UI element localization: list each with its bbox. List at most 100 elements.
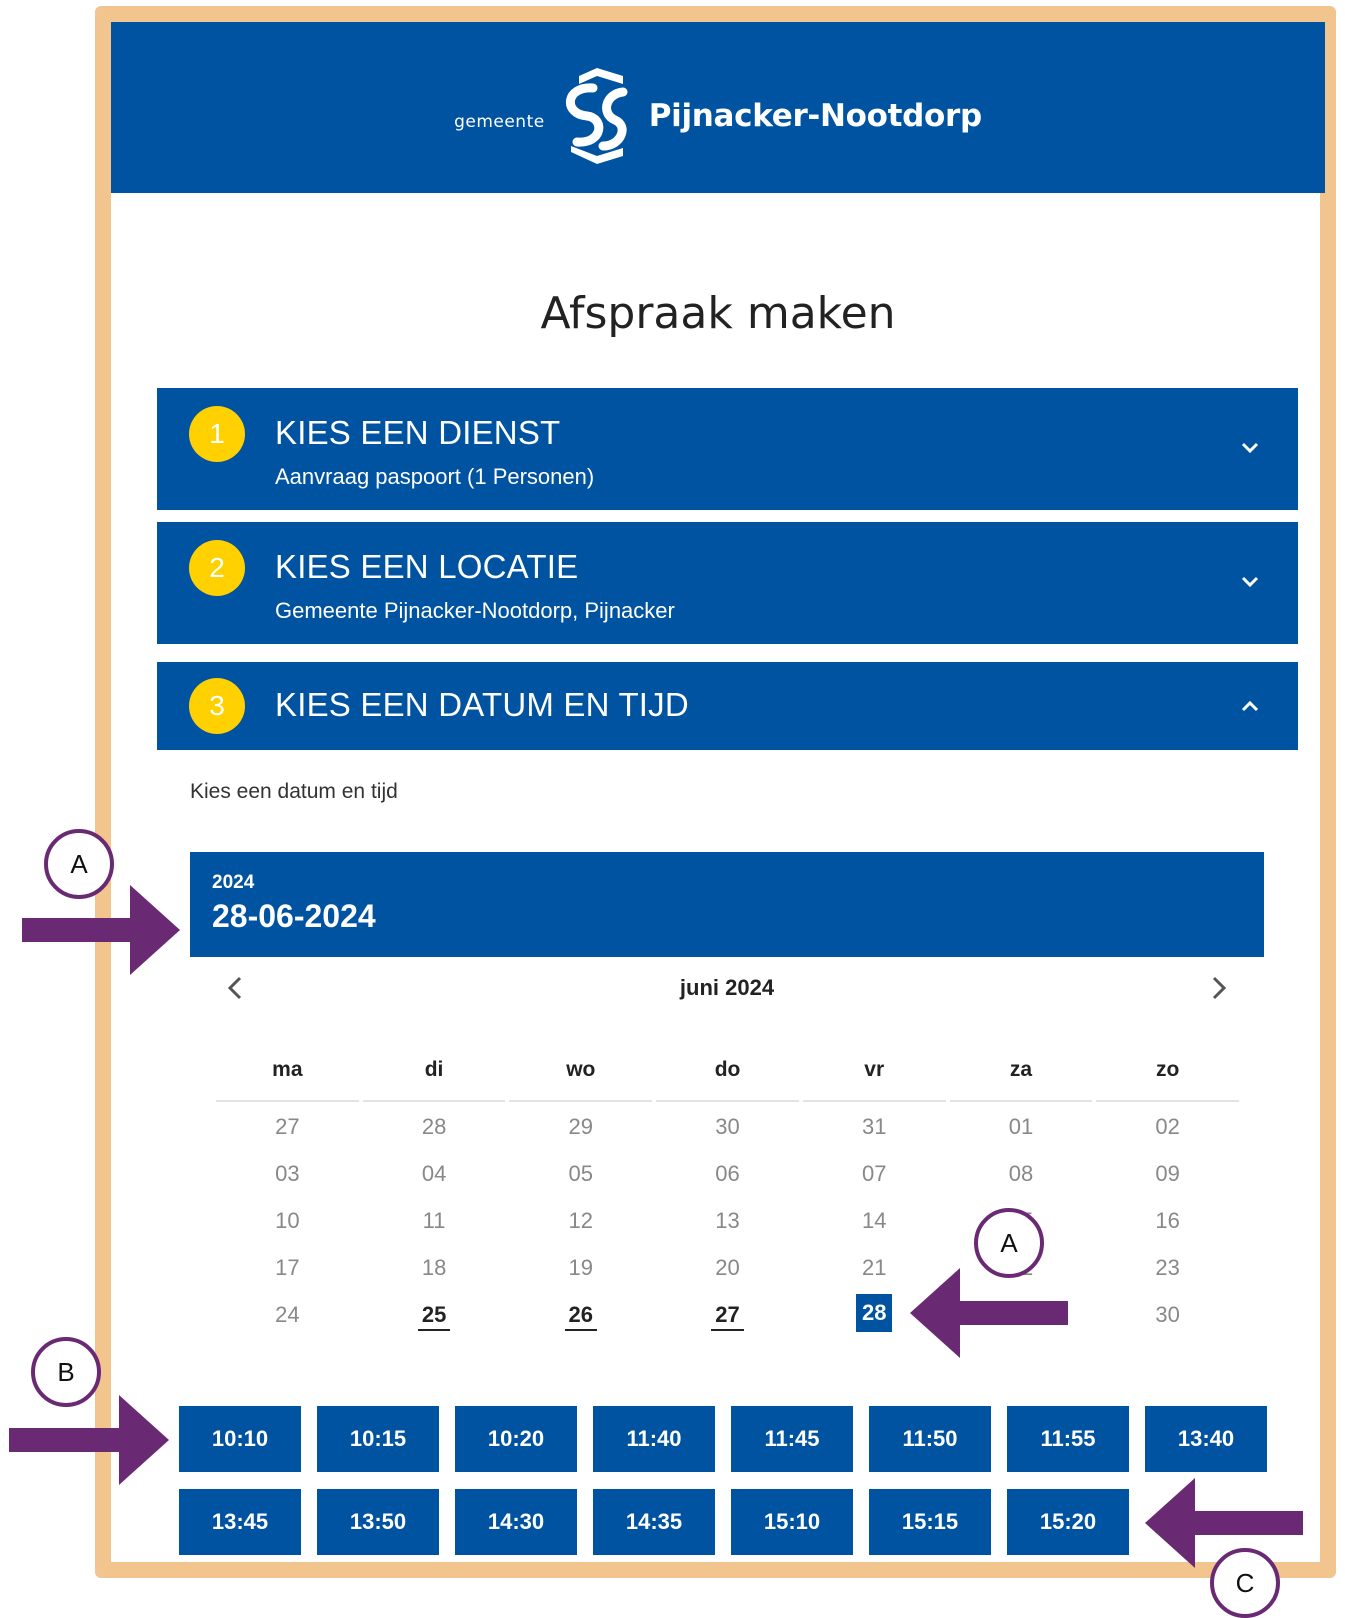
calendar-day: 17 (214, 1253, 361, 1300)
time-slot-button[interactable]: 10:20 (455, 1406, 577, 1472)
calendar-day: 11 (361, 1206, 508, 1253)
calendar-day: 13 (654, 1206, 801, 1253)
chevron-up-icon[interactable] (1240, 696, 1260, 716)
calendar-day-number: 25 (417, 1300, 451, 1331)
calendar-day: 23 (1094, 1253, 1241, 1300)
weekday-label: do (714, 1058, 741, 1081)
calendar-day: 16 (1094, 1206, 1241, 1253)
municipality-emblem-icon (565, 68, 628, 164)
calendar-day: 07 (801, 1159, 948, 1206)
calendar-day-number: 21 (861, 1255, 887, 1280)
calendar-day-number: 29 (568, 1114, 594, 1139)
calendar-day: 28 (361, 1112, 508, 1159)
calendar-day: 18 (361, 1253, 508, 1300)
calendar-day: 10 (214, 1206, 361, 1253)
time-slot-button[interactable]: 13:50 (317, 1489, 439, 1555)
date-time-hint: Kies een datum en tijd (190, 780, 398, 803)
calendar-day-number: 18 (421, 1255, 447, 1280)
step-title: KIES EEN DIENST (275, 414, 561, 451)
calendar-day: 20 (654, 1253, 801, 1300)
calendar-day-number: 10 (275, 1208, 300, 1233)
time-slot-button[interactable]: 15:15 (869, 1489, 991, 1555)
calendar-day: 12 (507, 1206, 654, 1253)
calendar-day: 14 (801, 1206, 948, 1253)
time-slot-button[interactable]: 11:50 (869, 1406, 991, 1472)
calendar-day-number: 12 (568, 1208, 594, 1233)
calendar-day: 06 (654, 1159, 801, 1206)
step-title: KIES EEN DATUM EN TIJD (275, 686, 689, 723)
calendar-day-number: 09 (1155, 1161, 1180, 1186)
calendar-day-number: 17 (275, 1255, 300, 1280)
calendar-day-number: 07 (861, 1161, 887, 1186)
logo-prefix: gemeente (454, 112, 545, 132)
weekday-label: za (1009, 1058, 1033, 1081)
annotation-arrow-right-icon (9, 1395, 169, 1485)
calendar-day: 29 (507, 1112, 654, 1159)
calendar-day-number: 08 (1008, 1161, 1034, 1186)
calendar-day-number: 19 (568, 1255, 594, 1280)
weekday-label: ma (272, 1058, 303, 1081)
chevron-right-icon[interactable] (1202, 972, 1234, 1004)
time-slot-button[interactable]: 10:10 (179, 1406, 301, 1472)
calendar-week-row: 03 04 05 06 07 08 09 (214, 1159, 1241, 1206)
calendar-day-number: 16 (1155, 1208, 1180, 1233)
step-number-badge: 2 (189, 540, 245, 596)
calendar-day-number: 24 (275, 1302, 300, 1327)
step-choose-date-time[interactable]: 3 KIES EEN DATUM EN TIJD (157, 662, 1298, 750)
calendar-day: 31 (801, 1112, 948, 1159)
chevron-down-icon[interactable] (1240, 572, 1260, 592)
calendar-day-number: 03 (275, 1161, 300, 1186)
time-slot-button[interactable]: 10:15 (317, 1406, 439, 1472)
calendar-day-number: 27 (275, 1114, 300, 1139)
calendar-day-available[interactable]: 27 (654, 1300, 801, 1347)
site-header: gemeente Pijnacker-Nootdorp (111, 22, 1325, 193)
time-slot-button[interactable]: 11:40 (593, 1406, 715, 1472)
time-slot-button[interactable]: 14:30 (455, 1489, 577, 1555)
annotation-arrow-left-icon (910, 1268, 1068, 1358)
time-slot-button[interactable]: 13:40 (1145, 1406, 1267, 1472)
step-choose-service[interactable]: 1 KIES EEN DIENST Aanvraag paspoort (1 P… (157, 388, 1298, 510)
selected-date: 28-06-2024 (212, 898, 376, 934)
month-label[interactable]: juni 2024 (190, 975, 1264, 1001)
time-slot-button[interactable]: 15:20 (1007, 1489, 1129, 1555)
time-slot-button[interactable]: 11:55 (1007, 1406, 1129, 1472)
step-subtitle: Aanvraag paspoort (1 Personen) (275, 464, 595, 489)
calendar-day: 01 (948, 1112, 1095, 1159)
chevron-down-icon[interactable] (1240, 438, 1260, 458)
weekday-header-row: ma di wo do vr za zo (214, 1058, 1241, 1100)
weekday-label: zo (1156, 1058, 1180, 1081)
step-subtitle: Gemeente Pijnacker-Nootdorp, Pijnacker (275, 598, 675, 623)
time-slot-button[interactable]: 13:45 (179, 1489, 301, 1555)
calendar-week-row: 10111213141516 (214, 1206, 1241, 1253)
step-title: KIES EEN LOCATIE (275, 548, 579, 585)
calendar-day-number: 23 (1155, 1255, 1180, 1280)
time-slot-button[interactable]: 14:35 (593, 1489, 715, 1555)
calendar-day-number: 28 (855, 1294, 893, 1332)
selected-year[interactable]: 2024 (212, 872, 254, 894)
calendar-day-number: 20 (715, 1255, 740, 1280)
calendar-day-number: 02 (1155, 1114, 1180, 1139)
calendar-day: 24 (214, 1300, 361, 1347)
time-slot-button[interactable]: 11:45 (731, 1406, 853, 1472)
annotation-arrow-right-icon (22, 885, 180, 975)
calendar-day-number: 30 (715, 1114, 740, 1139)
calendar-day-number: 11 (422, 1208, 446, 1233)
calendar-day-number: 13 (715, 1208, 740, 1233)
calendar-day: 05 (507, 1159, 654, 1206)
calendar-day: 03 (214, 1159, 361, 1206)
calendar-day-number: 06 (715, 1161, 740, 1186)
month-navigation: juni 2024 (190, 968, 1264, 1008)
step-choose-location[interactable]: 2 KIES EEN LOCATIE Gemeente Pijnacker-No… (157, 522, 1298, 644)
calendar-day-number: 31 (861, 1114, 887, 1139)
municipality-logo[interactable]: gemeente Pijnacker-Nootdorp (111, 62, 1325, 170)
calendar-day: 09 (1094, 1159, 1241, 1206)
weekday-label: di (424, 1058, 444, 1081)
weekday-label: vr (864, 1058, 885, 1081)
calendar-day-available[interactable]: 26 (507, 1300, 654, 1347)
calendar-day-number: 04 (421, 1161, 447, 1186)
calendar-day-number: 05 (568, 1161, 594, 1186)
municipality-name: Pijnacker-Nootdorp (648, 98, 983, 134)
time-slot-button[interactable]: 15:10 (731, 1489, 853, 1555)
weekday-label: wo (566, 1058, 596, 1081)
calendar-day-available[interactable]: 25 (361, 1300, 508, 1347)
